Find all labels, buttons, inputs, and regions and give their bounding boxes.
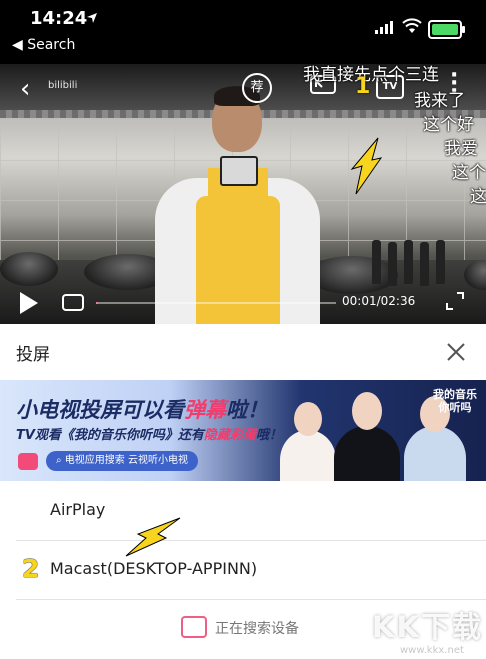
banner-headline: 小电视投屏可以看弹幕啦！ xyxy=(16,398,268,422)
danmaku-comment: 我爱 xyxy=(444,139,478,159)
banner-search-pill: ⌕ 电视应用搜索 云视听小电视 xyxy=(46,451,198,471)
status-bar: 14:24 ◀ Search xyxy=(0,0,486,64)
video-player[interactable]: ‹ bilibili 荐 TV · · · 我直接先点个三连 我来了 这个好 我爱 … xyxy=(0,64,486,324)
back-triangle-icon: ◀ xyxy=(12,37,28,53)
battery-icon xyxy=(428,20,465,39)
celebrity-face xyxy=(352,392,382,430)
device-label: Macast(DESKTOP-APPINN) xyxy=(50,559,258,578)
pot xyxy=(0,252,58,286)
show-logo: 我的音乐你听吗 xyxy=(433,388,477,414)
bottle xyxy=(372,240,381,284)
danmaku-comment: 我直接先点个三连 xyxy=(303,65,439,85)
back-to-search-link[interactable]: ◀ Search xyxy=(12,37,75,53)
video-time: 00:01/02:36 xyxy=(342,294,416,308)
bottle xyxy=(388,242,397,286)
wifi-icon xyxy=(402,18,422,33)
bilibili-logo: bilibili xyxy=(48,80,78,91)
watermark-logo: KK下载 xyxy=(372,610,483,644)
fullscreen-icon[interactable] xyxy=(446,292,464,310)
progress-bar[interactable] xyxy=(96,302,336,304)
danmaku-comment: 这 xyxy=(470,187,486,207)
status-time: 14:24 xyxy=(30,8,88,29)
video-back-button[interactable]: ‹ xyxy=(20,74,30,104)
chef-collar xyxy=(220,156,258,186)
annotation-number: 2 xyxy=(22,554,40,583)
watermark-url: www.kkx.net xyxy=(400,645,464,656)
annotation-arrow-icon xyxy=(125,517,181,557)
bottle xyxy=(404,240,413,284)
celebrity-photo xyxy=(280,430,336,481)
location-arrow-icon xyxy=(87,13,97,23)
celebrity-photo xyxy=(404,426,466,481)
danmaku-comment: 我来了 xyxy=(414,91,465,111)
celebrity-photo xyxy=(334,426,400,481)
promo-banner[interactable]: 小电视投屏可以看弹幕啦！ TV观看《我的音乐你听吗》还有隐藏彩蛋哦！ ⌕ 电视应… xyxy=(0,380,486,481)
celebrity-face xyxy=(294,402,322,436)
device-item-macast[interactable]: Macast(DESKTOP-APPINN) xyxy=(16,541,486,600)
annotation-arrow-icon xyxy=(350,137,383,195)
device-item-airplay[interactable]: AirPlay xyxy=(16,482,486,541)
annotation-number: 1 xyxy=(355,74,371,99)
close-icon[interactable] xyxy=(444,340,468,364)
bottle xyxy=(436,240,445,284)
search-icon: ⌕ xyxy=(56,455,65,466)
recommend-icon[interactable]: 荐 xyxy=(242,73,272,103)
tv-icon xyxy=(181,616,207,638)
play-button[interactable] xyxy=(20,292,38,314)
apron xyxy=(196,196,280,324)
cast-panel-title: 投屏 xyxy=(16,345,50,365)
chef-figure xyxy=(150,84,325,324)
searching-label: 正在搜索设备 xyxy=(215,621,299,637)
banner-subline: TV观看《我的音乐你听吗》还有隐藏彩蛋哦！ xyxy=(16,428,282,443)
cellular-signal-icon xyxy=(375,21,393,34)
back-app-label: Search xyxy=(27,37,76,53)
device-label: AirPlay xyxy=(50,500,106,519)
danmaku-comment: 这个好 xyxy=(423,115,474,135)
bottle xyxy=(420,242,429,286)
tv-app-icon xyxy=(18,453,38,470)
danmaku-comment: 这个 xyxy=(452,163,486,183)
danmaku-toggle[interactable] xyxy=(62,294,84,311)
